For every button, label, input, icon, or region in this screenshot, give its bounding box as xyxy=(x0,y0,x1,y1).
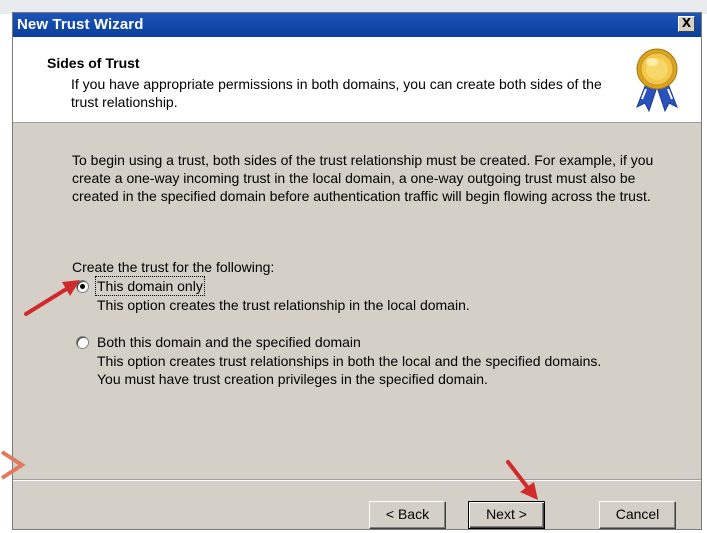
annotation-arrow-option-icon xyxy=(24,280,80,316)
cancel-button[interactable]: Cancel xyxy=(599,501,676,529)
annotation-chevron-edge-icon xyxy=(0,450,26,480)
screenshot-page: New Trust Wizard X Sides of Trust If you… xyxy=(0,0,707,533)
option-both-domains-description-line1: This option creates trust relationships … xyxy=(97,353,602,369)
title-bar[interactable]: New Trust Wizard X xyxy=(13,13,701,37)
option-both-domains-label[interactable]: Both this domain and the specified domai… xyxy=(97,334,361,350)
annotation-arrow-next-icon xyxy=(506,460,538,500)
option-this-domain-only-label[interactable]: This domain only xyxy=(95,276,205,296)
option-this-domain-only-description: This option creates the trust relationsh… xyxy=(97,297,470,313)
page-title: Sides of Trust xyxy=(47,55,140,71)
next-button[interactable]: Next > xyxy=(468,501,545,529)
wizard-header: Sides of Trust If you have appropriate p… xyxy=(13,37,701,123)
close-button[interactable]: X xyxy=(678,16,695,32)
radio-both-domains[interactable] xyxy=(76,336,89,349)
window-title: New Trust Wizard xyxy=(17,16,144,33)
new-trust-wizard-dialog: New Trust Wizard X Sides of Trust If you… xyxy=(12,12,702,530)
page-description: If you have appropriate permissions in b… xyxy=(71,76,602,110)
option-both-domains-description-line2: You must have trust creation privileges … xyxy=(97,371,488,387)
options-prompt: Create the trust for the following: xyxy=(72,259,275,275)
footer-divider xyxy=(13,479,701,481)
back-button[interactable]: < Back xyxy=(369,501,446,529)
intro-text: To begin using a trust, both sides of th… xyxy=(72,152,654,204)
award-medal-icon xyxy=(636,48,678,113)
